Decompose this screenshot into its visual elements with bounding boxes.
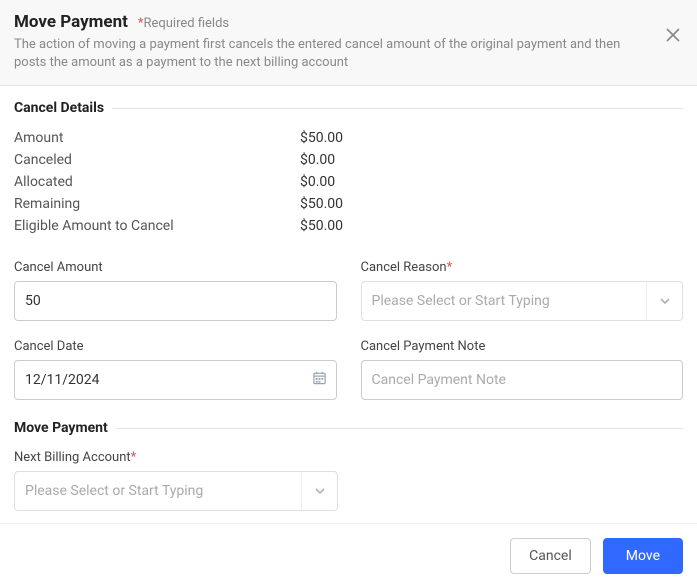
- details-row-allocated: Allocated $0.00: [14, 174, 683, 190]
- chevron-down-icon: [646, 282, 682, 320]
- cancel-button[interactable]: Cancel: [510, 538, 591, 574]
- cancel-details-grid: Amount $50.00 Canceled $0.00 Allocated $…: [14, 130, 683, 234]
- details-row-eligible: Eligible Amount to Cancel $50.00: [14, 218, 683, 234]
- label-cancel-reason: Cancel Reason*: [361, 260, 684, 275]
- cancel-note-input[interactable]: [361, 360, 684, 400]
- cancel-reason-placeholder: Please Select or Start Typing: [362, 282, 647, 320]
- label-cancel-note: Cancel Payment Note: [361, 339, 684, 354]
- label-cancel-amount: Cancel Amount: [14, 260, 337, 275]
- cancel-form-grid: Cancel Amount Cancel Reason* Please Sele…: [14, 260, 683, 400]
- cancel-date-input[interactable]: [14, 360, 337, 400]
- details-row-amount: Amount $50.00: [14, 130, 683, 146]
- move-button[interactable]: Move: [603, 538, 683, 574]
- chevron-down-icon: [301, 472, 337, 510]
- close-icon: [665, 27, 681, 46]
- dialog-title: Move Payment: [14, 12, 128, 32]
- section-move-payment: Move Payment: [14, 420, 683, 436]
- details-row-canceled: Canceled $0.00: [14, 152, 683, 168]
- details-row-remaining: Remaining $50.00: [14, 196, 683, 212]
- cancel-amount-input[interactable]: [14, 281, 337, 321]
- next-billing-account-placeholder: Please Select or Start Typing: [15, 472, 301, 510]
- dialog-description: The action of moving a payment first can…: [14, 36, 654, 71]
- field-cancel-date: Cancel Date: [14, 339, 337, 400]
- field-cancel-reason: Cancel Reason* Please Select or Start Ty…: [361, 260, 684, 321]
- label-next-billing-account: Next Billing Account*: [14, 450, 338, 465]
- label-cancel-date: Cancel Date: [14, 339, 337, 354]
- field-cancel-amount: Cancel Amount: [14, 260, 337, 321]
- section-cancel-details: Cancel Details: [14, 100, 683, 116]
- dialog-footer: Cancel Move: [0, 523, 697, 588]
- next-billing-account-select[interactable]: Please Select or Start Typing: [14, 471, 338, 511]
- field-cancel-note: Cancel Payment Note: [361, 339, 684, 400]
- cancel-reason-select[interactable]: Please Select or Start Typing: [361, 281, 684, 321]
- header-title-row: Move Payment *Required fields: [14, 12, 683, 32]
- field-next-billing-account: Next Billing Account* Please Select or S…: [14, 450, 338, 511]
- dialog-header: Move Payment *Required fields The action…: [0, 0, 697, 86]
- close-button[interactable]: [663, 26, 683, 46]
- dialog-body: Cancel Details Amount $50.00 Canceled $0…: [0, 86, 697, 525]
- required-fields-hint: *Required fields: [138, 16, 229, 31]
